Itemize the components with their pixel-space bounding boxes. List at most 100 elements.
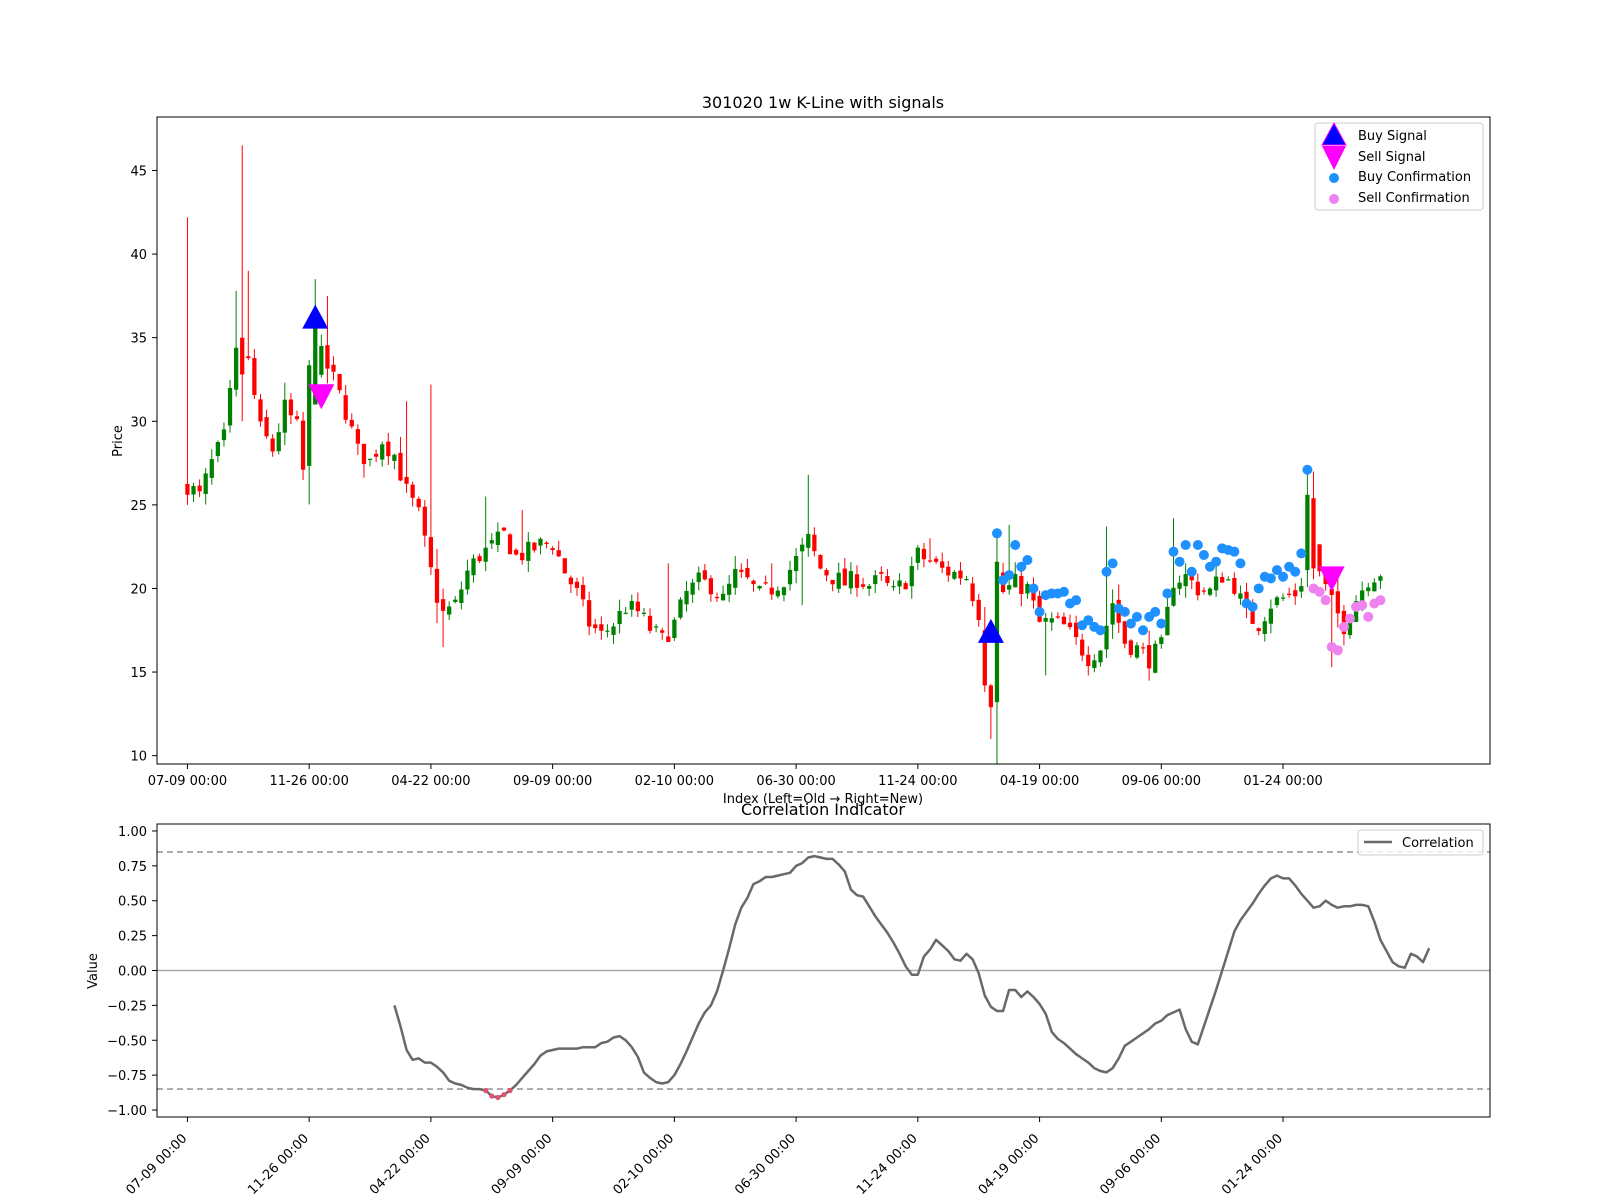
candle-body [568,577,574,585]
candle-body [1183,574,1188,587]
candle-body [720,593,726,601]
correlation-xtick-label: 09-06 00:00 [1097,1131,1164,1198]
candle-body [495,531,500,545]
sell-confirmation-point [1363,611,1374,622]
buy-confirmation-point [1302,464,1313,475]
candle-body [1311,498,1316,569]
correlation-xtick-label: 09-09 00:00 [489,1131,556,1198]
candle-body [331,364,336,372]
legend-correlation-label: Correlation [1402,836,1474,851]
candle-body [1098,650,1103,663]
candle-body [1140,647,1146,649]
candle-body [501,527,507,531]
candle-body [355,429,360,444]
buy-confirmation-point [991,528,1002,539]
candle-body [1153,643,1158,673]
candle-body [197,485,202,492]
candle-body [453,599,458,602]
candle-body [410,484,415,498]
candle-body [1159,637,1164,644]
candle-body [1256,628,1261,632]
candle-body [349,419,354,427]
candle-body [1092,660,1097,669]
candle-body [465,570,470,590]
candle-body [343,395,348,420]
candle-body [1305,494,1310,571]
legend-buy-confirmation-marker [1329,173,1339,183]
candle-body [1086,654,1091,667]
kline-xtick-label: 07-09 00:00 [148,774,227,789]
candle-body [191,485,196,495]
candle-body [392,454,397,461]
kline-xtick-label: 01-24 00:00 [1243,774,1322,789]
correlation-ytick-label: −0.75 [107,1069,147,1084]
buy-confirmation-point [1028,583,1039,594]
candle-body [830,579,835,585]
correlation-line [393,854,1431,1099]
candle-body [1274,597,1280,606]
candle-body [946,566,951,576]
kline-ytick-label: 10 [130,750,147,765]
candle-body [775,590,780,597]
correlation-xtick-label: 04-22 00:00 [367,1131,434,1198]
correlation-ytick-label: −0.50 [107,1034,147,1049]
candle-body [1177,582,1182,589]
candle-body [489,540,494,544]
candle-body [1067,622,1073,628]
candle-body [209,459,214,478]
buy-confirmation-point [1229,546,1240,557]
kline-xtick-label: 11-26 00:00 [269,774,348,789]
candle-body [282,399,287,433]
candle-body [1226,579,1231,581]
candle-body [769,587,774,595]
candle-body [1043,618,1048,622]
candle-body [398,452,403,481]
candle-body [915,547,920,563]
sell-confirmation-point [1332,645,1343,656]
candle-body [1262,621,1267,634]
candle-body [897,580,902,587]
correlation-extreme-point [507,1087,513,1094]
candle-body [1019,575,1024,594]
candle-body [684,590,689,605]
candle-body [440,599,446,611]
candle-body [599,624,604,631]
candle-body [745,567,750,578]
candle-body [580,584,586,600]
candle-body [428,537,434,568]
correlation-extreme-point [495,1094,501,1101]
candle-body [380,444,385,460]
kline-xtick-label: 09-06 00:00 [1122,774,1201,789]
candle-body [854,574,860,588]
candle-body [727,583,732,595]
buy-signal-marker [977,618,1004,643]
candle-body [507,534,513,555]
candle-body [1007,585,1012,590]
legend-buy-confirmation-label: Buy Confirmation [1358,170,1471,185]
figure-canvas: 301020 1w K-Line with signals 10 15 20 25 30… [86,93,1491,1198]
candle-body [605,630,610,632]
candle-body [660,630,665,633]
candle-body [367,458,373,460]
kline-ytick-label: 45 [130,164,147,179]
candle-body [434,568,440,603]
candle-body [933,558,939,562]
candle-body [873,575,878,585]
buy-confirmation-point [1247,601,1258,612]
candle-body [970,583,975,602]
buy-confirmation-point [1211,556,1222,567]
candle-body [617,611,622,625]
buy-confirmation-point [1095,625,1106,636]
candle-body [976,599,981,621]
candle-body [751,580,756,585]
candle-body [593,624,598,629]
candle-body [1372,582,1377,592]
candle-body [1147,645,1152,669]
candle-body [690,582,695,595]
candle-body [1061,616,1067,625]
candle-body [550,548,555,551]
buy-confirmation-point [1186,566,1197,577]
candle-body [1232,577,1237,594]
candle-body [526,541,531,561]
sell-confirmation-point [1320,595,1331,606]
